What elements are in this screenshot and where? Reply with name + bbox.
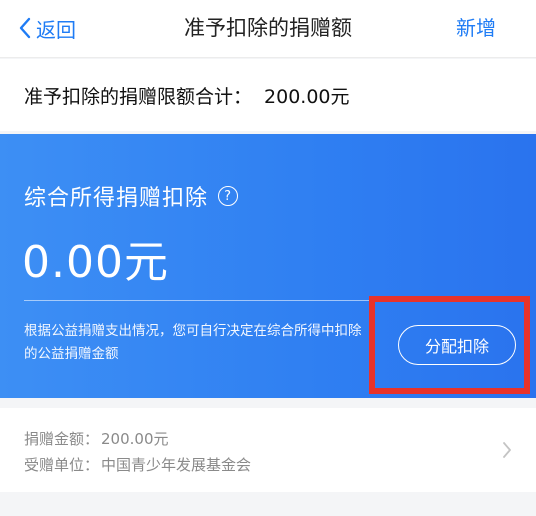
donation-list-item[interactable]: 捐赠金额： 200.00元 受赠单位： 中国青少年发展基金会 [0, 408, 536, 492]
chevron-right-icon [503, 442, 511, 458]
donation-amount-value: 200.00元 [101, 430, 169, 448]
donation-org-line: 受赠单位： 中国青少年发展基金会 [24, 454, 251, 475]
back-button[interactable]: 返回 [18, 12, 76, 44]
card-title-row: 综合所得捐赠扣除 ? [24, 180, 239, 212]
total-limit-label: 准予扣除的捐赠限额合计： [24, 85, 253, 108]
help-icon[interactable]: ? [218, 186, 239, 206]
back-label: 返回 [36, 17, 76, 42]
deduction-amount: 0.00元 [22, 237, 169, 288]
nav-bar: 返回 准予扣除的捐赠额 新增 [0, 0, 536, 58]
donation-org-value: 中国青少年发展基金会 [101, 456, 252, 474]
card-title: 综合所得捐赠扣除 [24, 186, 209, 211]
add-button[interactable]: 新增 [456, 12, 496, 44]
donation-amount-line: 捐赠金额： 200.00元 [24, 428, 169, 449]
allocate-deduction-button[interactable]: 分配扣除 [398, 325, 516, 365]
card-description: 根据公益捐赠支出情况，您可自行决定在综合所得中扣除的公益捐赠金额 [24, 323, 362, 362]
donation-amount-label: 捐赠金额： [24, 430, 100, 448]
total-limit-row: 准予扣除的捐赠限额合计： 200.00元 [0, 59, 536, 131]
total-limit-amount: 200.00元 [264, 85, 350, 108]
comprehensive-income-deduction-card: 综合所得捐赠扣除 ? 0.00元 根据公益捐赠支出情况，您可自行决定在综合所得中… [0, 134, 536, 398]
screen: 返回 准予扣除的捐赠额 新增 准予扣除的捐赠限额合计： 200.00元 综合所得… [0, 0, 536, 516]
chevron-left-icon [19, 17, 31, 39]
card-divider [24, 300, 512, 301]
donation-org-label: 受赠单位： [24, 456, 100, 474]
